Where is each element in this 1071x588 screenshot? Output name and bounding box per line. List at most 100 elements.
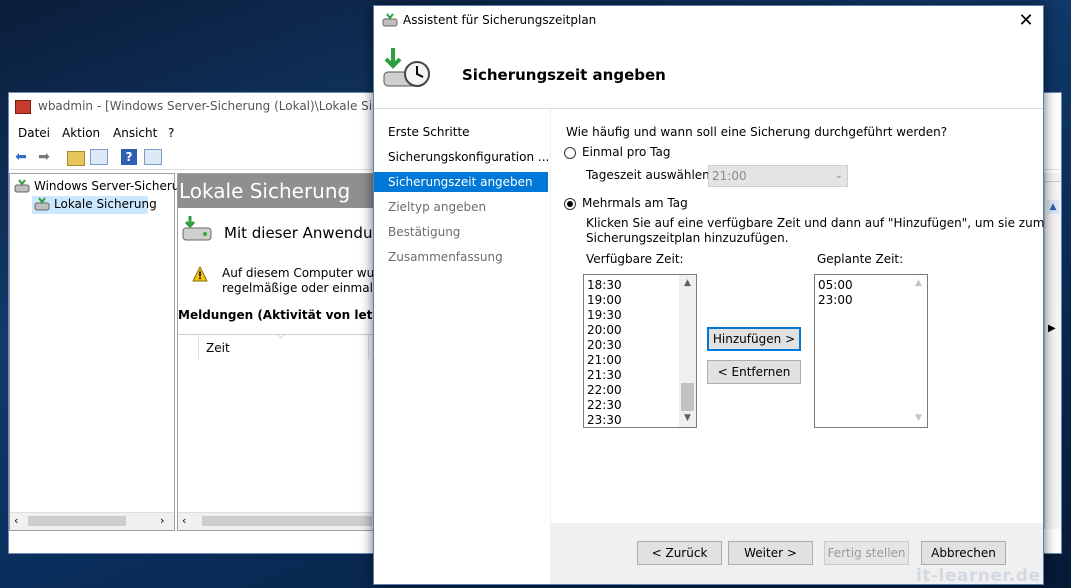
frequency-question: Wie häufig und wann soll eine Sicherung … [566, 125, 948, 139]
menu-datei[interactable]: Datei [18, 126, 50, 140]
pane-scroll-up-icon[interactable]: ▲ [1047, 200, 1059, 214]
actions-pane-header [1045, 173, 1061, 182]
results-pane: Lokale Sicherung Mit dieser Anwendun Auf… [177, 173, 375, 531]
action-pane-icon[interactable] [144, 149, 162, 165]
scheduled-time-item[interactable]: 23:00 [818, 293, 853, 308]
remove-button[interactable]: < Entfernen [707, 360, 801, 384]
menu-ansicht[interactable]: Ansicht [113, 126, 157, 140]
wbadmin-title: wbadmin - [Windows Server-Sicherung (Lok… [38, 99, 414, 113]
console-tree: Windows Server-Sicherun Lokale Sicherung… [9, 173, 187, 531]
expand-right-icon[interactable]: ▶ [1048, 323, 1056, 334]
results-header: Lokale Sicherung [178, 174, 374, 208]
instruction-text: Klicken Sie auf eine verfügbare Zeit und… [586, 216, 1044, 246]
backup-drive-icon [180, 214, 212, 244]
available-time-item[interactable]: 21:30 [587, 368, 622, 383]
radio-once-label[interactable]: Einmal pro Tag [582, 145, 670, 159]
radio-multiple-per-day[interactable] [564, 198, 576, 210]
back-button[interactable]: < Zurück [637, 541, 722, 565]
warning-text: Auf diesem Computer wurde regelmäßige od… [222, 266, 375, 296]
backup-schedule-wizard: Assistent für Sicherungszeitplan ✕ Siche… [373, 5, 1044, 585]
forward-arrow-icon[interactable]: ➡ [36, 149, 52, 165]
wizard-titlebar: Assistent für Sicherungszeitplan ✕ [374, 6, 1043, 36]
available-time-item[interactable]: 22:30 [587, 398, 622, 413]
sort-chevron-icon: ⌵ [278, 331, 285, 340]
tree-child-icon [34, 197, 50, 214]
scroll-down-icon: ▼ [915, 413, 922, 423]
menu-help[interactable]: ? [168, 126, 174, 140]
results-subtitle: Mit dieser Anwendun [224, 224, 375, 242]
wizard-app-icon [382, 13, 398, 27]
available-time-item[interactable]: 20:00 [587, 323, 622, 338]
available-time-item[interactable]: 23:30 [587, 413, 622, 427]
warning-line-2: regelmäßige oder einmalige [222, 281, 375, 295]
available-time-item[interactable]: 20:30 [587, 338, 622, 353]
step-zusammenfassung: Zusammenfassung [388, 250, 503, 264]
next-button[interactable]: Weiter > [728, 541, 813, 565]
time-of-day-label: Tageszeit auswählen: [586, 168, 714, 182]
folder-up-icon[interactable] [67, 151, 85, 166]
wbadmin-app-icon [15, 100, 31, 114]
available-time-item[interactable]: 19:00 [587, 293, 622, 308]
scroll-right-icon[interactable]: › [160, 514, 164, 527]
time-of-day-value: 21:00 [712, 169, 747, 183]
scroll-up-icon: ▲ [915, 278, 922, 288]
warning-line-1: Auf diesem Computer wurde [222, 266, 375, 280]
wizard-title: Assistent für Sicherungszeitplan [403, 13, 597, 27]
available-times-scroll-thumb[interactable] [681, 383, 694, 411]
tree-hscrollbar[interactable]: ‹ › [10, 512, 174, 530]
step-zieltyp: Zieltyp angeben [388, 200, 487, 214]
column-divider [198, 335, 199, 359]
radio-multiple-label[interactable]: Mehrmals am Tag [582, 196, 688, 210]
step-sicherungszeit[interactable]: Sicherungszeit angeben [374, 172, 548, 192]
available-time-item[interactable]: 19:30 [587, 308, 622, 323]
available-times-scrollbar[interactable]: ▲ ▼ [679, 275, 696, 427]
wizard-banner: Sicherungszeit angeben [374, 36, 1043, 109]
cancel-button[interactable]: Abbrechen [921, 541, 1006, 565]
step-sicherungskonfiguration[interactable]: Sicherungskonfiguration ... [374, 147, 549, 167]
close-icon[interactable]: ✕ [1014, 9, 1038, 33]
finish-button: Fertig stellen [824, 541, 909, 565]
messages-table: Zeit ⌵ [178, 331, 374, 495]
scroll-left-icon[interactable]: ‹ [182, 514, 186, 527]
show-hide-tree-icon[interactable] [90, 149, 108, 165]
tree-root-label[interactable]: Windows Server-Sicherun [34, 179, 187, 193]
tree-root-icon [14, 179, 30, 196]
wizard-content: Wie häufig und wann soll eine Sicherung … [551, 109, 1044, 523]
scheduled-times-label: Geplante Zeit: [817, 252, 904, 266]
step-erste-schritte[interactable]: Erste Schritte [374, 122, 548, 142]
results-hscrollbar[interactable]: ‹ [178, 512, 374, 530]
available-times-list[interactable]: 18:30 19:00 19:30 20:00 20:30 21:00 21:3… [583, 274, 697, 428]
backup-clock-icon [381, 44, 433, 96]
tree-child-label[interactable]: Lokale Sicherung [54, 197, 157, 211]
scheduled-time-item[interactable]: 05:00 [818, 278, 853, 293]
available-time-item[interactable]: 22:00 [587, 383, 622, 398]
scroll-down-icon[interactable]: ▼ [679, 410, 696, 427]
wizard-steps-nav: Erste Schritte Sicherungskonfiguration .… [374, 109, 550, 584]
wizard-banner-title: Sicherungszeit angeben [462, 66, 666, 84]
back-arrow-icon[interactable]: ⬅ [13, 149, 29, 165]
available-time-item[interactable]: 18:30 [587, 278, 622, 293]
instruction-line-2: Sicherungszeitplan hinzuzufügen. [586, 231, 789, 245]
radio-once-per-day[interactable] [564, 147, 576, 159]
results-scroll-thumb[interactable] [202, 516, 372, 526]
menu-aktion[interactable]: Aktion [62, 126, 100, 140]
scheduled-times-scrollbar: ▲ ▼ [910, 275, 927, 427]
instruction-line-1: Klicken Sie auf eine verfügbare Zeit und… [586, 216, 1045, 230]
scheduled-times-list[interactable]: 05:00 23:00 ▲ ▼ [814, 274, 928, 428]
scroll-up-icon[interactable]: ▲ [679, 275, 696, 292]
add-button[interactable]: Hinzufügen > [707, 327, 801, 351]
help-icon[interactable]: ? [121, 149, 137, 165]
step-bestaetigung: Bestätigung [388, 225, 461, 239]
column-divider [368, 335, 369, 359]
scroll-left-icon[interactable]: ‹ [14, 514, 18, 527]
column-header-zeit[interactable]: Zeit [206, 341, 230, 355]
available-times-label: Verfügbare Zeit: [586, 252, 684, 266]
warning-icon [192, 265, 208, 282]
messages-heading: Meldungen (Aktivität von letzter W [178, 308, 374, 322]
available-time-item[interactable]: 21:00 [587, 353, 622, 368]
actions-pane-edge: ▲ ▶ [1044, 173, 1061, 529]
time-of-day-select: 21:00 ⌄ [708, 165, 848, 187]
chevron-down-icon: ⌄ [834, 170, 843, 181]
tree-scroll-thumb[interactable] [28, 516, 126, 526]
watermark: it-learner.de [916, 566, 1041, 586]
